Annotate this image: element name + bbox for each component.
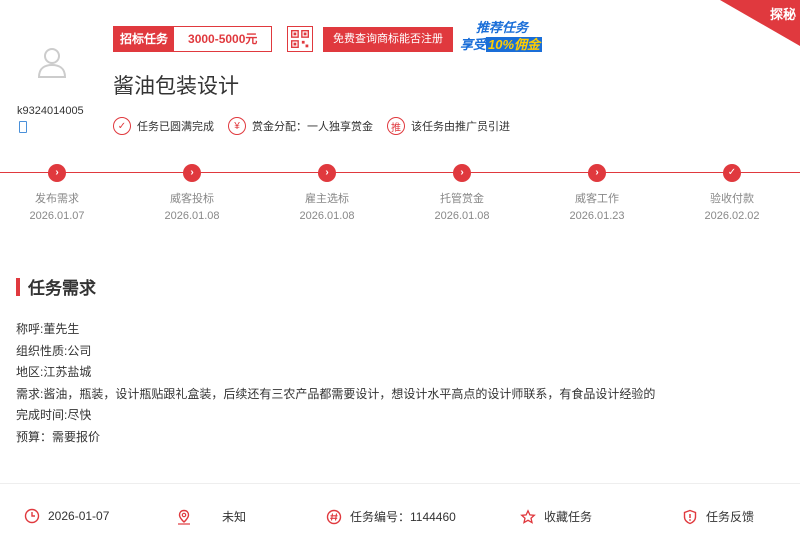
requirement-line: 地区:江苏盐城 (16, 365, 92, 379)
timeline-dot-icon: › (48, 164, 66, 182)
timeline-step-date: 2026.01.23 (569, 210, 625, 222)
timeline-step-name: 威客投标 (170, 193, 214, 205)
timeline-dot-icon: › (183, 164, 201, 182)
timeline-step: ✓ 验收付款 2026.02.02 (677, 164, 787, 222)
feature-reward: ¥ 赏金分配：一人独享赏金 (228, 117, 373, 135)
user-avatar-icon (37, 48, 67, 78)
qr-code-icon[interactable] (287, 26, 313, 52)
footer-location: 未知 (176, 508, 246, 525)
shield-alert-icon (683, 509, 697, 524)
badge-label: 招标任务 (114, 27, 175, 51)
footer-task-number: 任务编号：1144460 (326, 508, 456, 525)
requirements-heading: 任务需求 (16, 274, 96, 299)
footer-date-text: 2026-01-07 (48, 509, 110, 523)
timeline-dot-icon: ✓ (723, 164, 741, 182)
timeline-step-name: 发布需求 (35, 193, 79, 205)
promo-banner[interactable]: 推荐任务 享受 10%佣金 (460, 17, 565, 53)
task-timeline: › 发布需求 2026.01.07 › 威客投标 2026.01.08 › 雇主… (0, 164, 800, 224)
task-feedback-label: 任务反馈 (706, 510, 755, 524)
requirement-line: 称呼:董先生 (16, 322, 80, 336)
requirement-line: 组织性质:公司 (16, 343, 92, 358)
timeline-step: › 威客工作 2026.01.23 (542, 164, 652, 222)
yen-circle-icon: ¥ (228, 117, 246, 135)
promo-line2-highlight: 10%佣金 (486, 37, 543, 52)
feature-label: 任务已圆满完成 (137, 121, 214, 133)
task-type-badge: 招标任务 3000-5000元 (113, 26, 273, 52)
promo-line2: 享受 10%佣金 (460, 34, 543, 53)
footer-task-number-text: 任务编号：1144460 (350, 510, 456, 524)
task-title: 酱油包装设计 (113, 75, 239, 98)
corner-ribbon-label[interactable]: 探秘 (770, 4, 796, 23)
favorite-task-label: 收藏任务 (544, 510, 593, 524)
section-title: 任务需求 (28, 279, 96, 298)
promote-circle-icon: 推 (387, 117, 405, 135)
footer-divider (0, 483, 800, 484)
timeline-dot-icon: › (318, 164, 336, 182)
phone-icon (19, 121, 27, 133)
username: k9324014005 (17, 105, 84, 117)
timeline-step-name: 验收付款 (710, 193, 754, 205)
requirement-line: 完成时间:尽快 (16, 408, 92, 422)
timeline-step: › 威客投标 2026.01.08 (137, 164, 247, 222)
task-feedback-button[interactable]: 任务反馈 (682, 508, 754, 525)
timeline-step-date: 2026.02.02 (704, 210, 760, 222)
feature-label: 赏金分配：一人独享赏金 (252, 121, 373, 133)
trademark-check-button[interactable]: 免费查询商标能否注册 (323, 27, 453, 52)
feature-promoted: 推 该任务由推广员引进 (387, 117, 510, 135)
favorite-task-button[interactable]: 收藏任务 (520, 508, 592, 525)
timeline-dot-icon: › (453, 164, 471, 182)
timeline-step-name: 托管赏金 (440, 193, 484, 205)
timeline-step-name: 威客工作 (575, 193, 619, 205)
timeline-step-name: 雇主选标 (305, 193, 349, 205)
badge-value: 3000-5000元 (174, 27, 272, 51)
clock-icon (24, 508, 40, 524)
location-pin-icon (178, 509, 190, 525)
timeline-dot-icon: › (588, 164, 606, 182)
timeline-step: › 托管赏金 2026.01.08 (407, 164, 517, 222)
task-footer: 2026-01-07 未知 任务编号：1144460 收藏任务 任务反馈 (0, 508, 800, 530)
timeline-step-date: 2026.01.07 (29, 210, 85, 222)
feature-label: 该任务由推广员引进 (411, 121, 510, 133)
check-circle-icon: ✓ (113, 117, 131, 135)
requirement-line: 需求:酱油，瓶装，设计瓶贴跟礼盒装，后续还有三农产品都需要设计，想设计水平高点的… (16, 386, 656, 401)
promo-line2-prefix: 享受 (460, 37, 487, 52)
task-features: ✓ 任务已圆满完成 ¥ 赏金分配：一人独享赏金 推 该任务由推广员引进 (113, 117, 524, 135)
timeline-step-date: 2026.01.08 (434, 210, 490, 222)
requirement-line: 预算：需要报价 (16, 429, 101, 444)
timeline-step: › 雇主选标 2026.01.08 (272, 164, 382, 222)
feature-completed: ✓ 任务已圆满完成 (113, 117, 214, 135)
requirements-body: 称呼:董先生 组织性质:公司 地区:江苏盐城 需求:酱油，瓶装，设计瓶贴跟礼盒装… (16, 319, 655, 448)
footer-date: 2026-01-07 (24, 508, 109, 524)
timeline-step-date: 2026.01.08 (164, 210, 220, 222)
footer-location-text: 未知 (222, 510, 247, 524)
timeline-step: › 发布需求 2026.01.07 (2, 164, 112, 222)
hash-icon (326, 509, 342, 524)
timeline-step-date: 2026.01.08 (299, 210, 355, 222)
section-bar (16, 277, 20, 296)
star-icon (520, 508, 536, 524)
